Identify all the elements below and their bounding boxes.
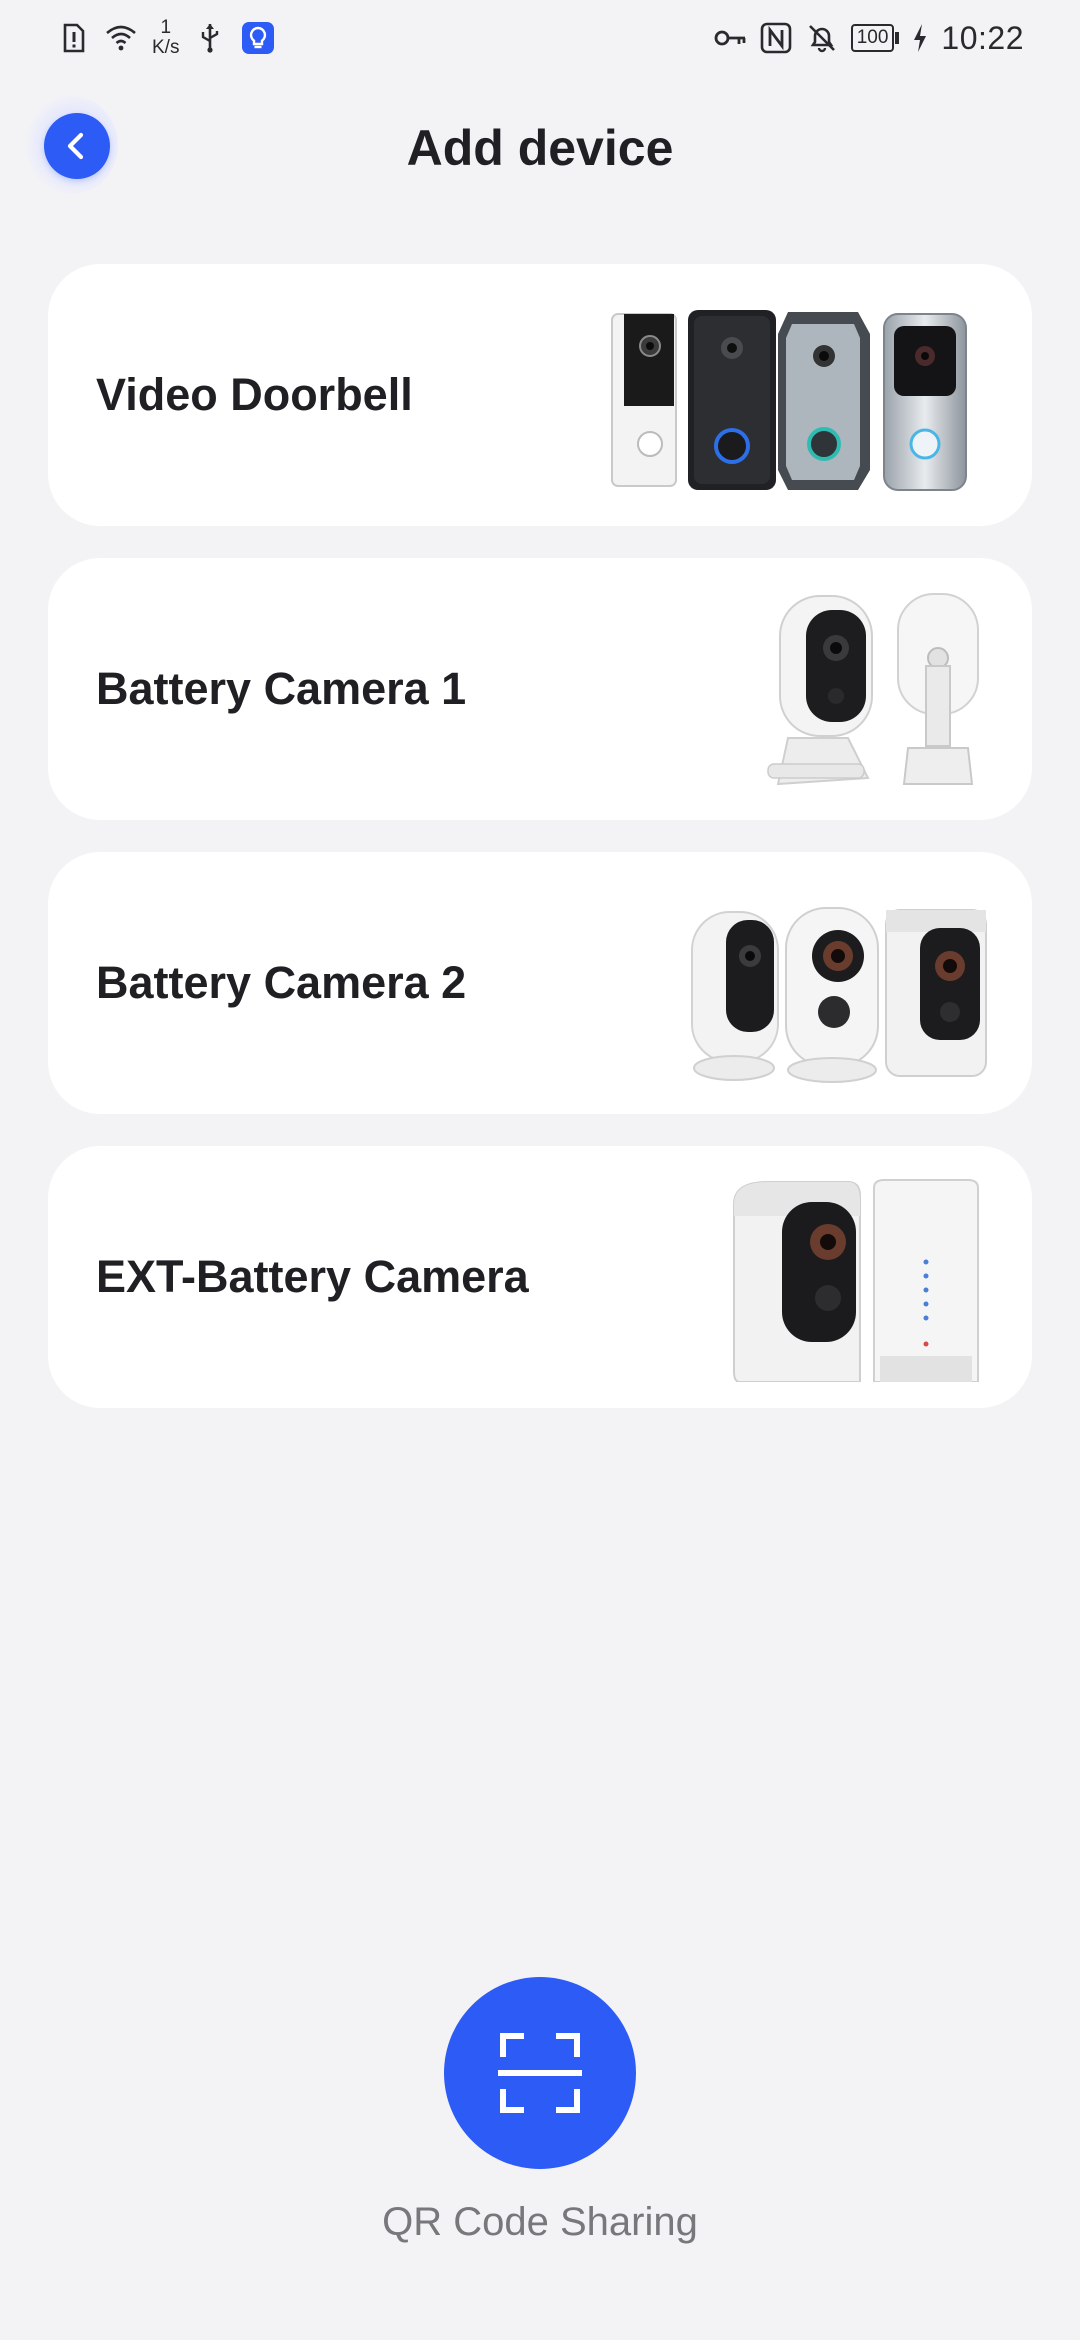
network-speed-unit: K/s <box>152 37 180 58</box>
page-title: Add device <box>406 120 674 176</box>
battery-icon: 100 <box>850 24 900 52</box>
device-card-video-doorbell[interactable]: Video Doorbell <box>48 264 1032 526</box>
key-icon <box>713 21 747 55</box>
bell-off-icon <box>805 21 839 55</box>
wifi-icon <box>104 21 138 55</box>
ext-battery-camera-products-image <box>733 1179 979 1382</box>
network-speed: 1 K/s <box>152 18 179 58</box>
battery-camera-1-products-image <box>767 593 979 786</box>
battery-tip <box>895 32 900 44</box>
video-doorbell-products-image <box>611 310 967 491</box>
alert-sim-icon <box>56 21 90 55</box>
network-speed-value: 1 <box>160 17 172 38</box>
status-bar-right: 100 10:22 <box>713 14 1024 62</box>
device-card-label: Battery Camera 2 <box>96 957 467 1008</box>
qr-code-sharing-label[interactable]: QR Code Sharing <box>0 2196 1080 2248</box>
device-card-battery-camera-2[interactable]: Battery Camera 2 <box>48 852 1032 1114</box>
device-card-label: EXT-Battery Camera <box>96 1251 529 1302</box>
scan-frame-icon <box>497 2030 583 2116</box>
status-bar-left: 1 K/s <box>56 14 275 62</box>
device-list: Video Doorbell Battery Camera 1 Battery … <box>48 264 1032 1440</box>
battery-camera-2-products-image <box>691 907 987 1083</box>
charging-icon <box>911 21 929 55</box>
bulb-app-icon <box>241 21 275 55</box>
device-card-label: Video Doorbell <box>96 369 413 420</box>
device-card-label: Battery Camera 1 <box>96 663 467 714</box>
device-card-ext-battery-camera[interactable]: EXT-Battery Camera <box>48 1146 1032 1408</box>
nfc-icon <box>759 21 793 55</box>
device-card-battery-camera-1[interactable]: Battery Camera 1 <box>48 558 1032 820</box>
qr-code-sharing-button[interactable] <box>444 1977 636 2169</box>
usb-icon <box>193 21 227 55</box>
status-time: 10:22 <box>941 19 1024 56</box>
status-bar: 1 K/s 100 10:22 <box>0 0 1080 80</box>
battery-level: 100 <box>850 24 895 52</box>
